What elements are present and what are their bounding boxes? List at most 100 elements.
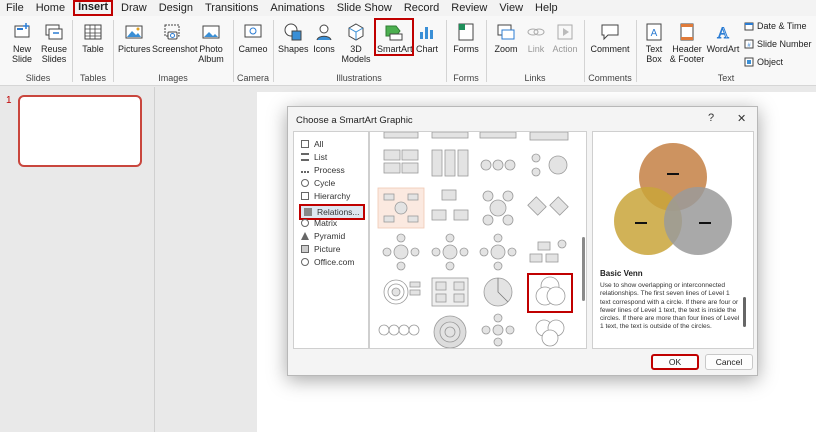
- menu-record[interactable]: Record: [398, 0, 445, 16]
- preview-title: Basic Venn: [600, 269, 643, 278]
- category-cycle[interactable]: Cycle: [301, 178, 335, 188]
- forms-icon: [458, 23, 474, 41]
- menu-design[interactable]: Design: [153, 0, 199, 16]
- layout-thumb[interactable]: [527, 196, 569, 216]
- layout-thumb[interactable]: [383, 279, 421, 305]
- layout-thumb[interactable]: [382, 233, 420, 271]
- cancel-button[interactable]: Cancel: [705, 354, 753, 370]
- menu-file[interactable]: File: [0, 0, 30, 16]
- category-picture[interactable]: Picture: [301, 244, 340, 254]
- menu-slide-show[interactable]: Slide Show: [331, 0, 398, 16]
- comment-button[interactable]: Comment: [590, 22, 630, 54]
- menu-draw[interactable]: Draw: [115, 0, 153, 16]
- menu-transitions[interactable]: Transitions: [199, 0, 264, 16]
- slide-number-label: Slide Number: [757, 39, 812, 49]
- group-divider: [446, 20, 447, 82]
- layout-thumb[interactable]: [479, 132, 517, 139]
- category-process[interactable]: Process: [301, 165, 345, 175]
- ok-button[interactable]: OK: [651, 354, 699, 370]
- dialog-title: Choose a SmartArt Graphic: [296, 115, 413, 126]
- category-label: Picture: [314, 244, 341, 254]
- category-all[interactable]: All: [301, 139, 323, 149]
- layout-thumb[interactable]: [529, 132, 569, 141]
- close-button[interactable]: ✕: [737, 112, 746, 125]
- group-divider: [72, 20, 73, 82]
- 3d-models-button[interactable]: 3D Models: [340, 22, 372, 64]
- layout-thumb[interactable]: [431, 233, 469, 271]
- header-footer-label: Header & Footer: [669, 44, 705, 64]
- action-button[interactable]: Action: [551, 22, 579, 54]
- photo-album-button[interactable]: Photo Album: [195, 22, 227, 64]
- date-time-button[interactable]: Date & Time: [744, 21, 807, 31]
- table-button[interactable]: Table: [78, 22, 108, 54]
- pyramid-icon: [301, 232, 309, 240]
- category-hierarchy[interactable]: Hierarchy: [301, 191, 350, 201]
- new-slide-button[interactable]: New Slide: [8, 22, 36, 64]
- forms-button[interactable]: Forms: [452, 22, 480, 54]
- category-pyramid[interactable]: Pyramid: [301, 231, 345, 241]
- 3d-models-label: 3D Models: [341, 44, 371, 64]
- wordart-button[interactable]: A WordArt: [706, 22, 740, 55]
- menu-help[interactable]: Help: [529, 0, 564, 16]
- layout-thumb[interactable]: [383, 132, 419, 139]
- grid-icon: [301, 140, 309, 148]
- layout-thumb[interactable]: [479, 233, 517, 271]
- relationship-icon: [304, 208, 312, 216]
- picture-icon: [301, 245, 309, 253]
- screenshot-button[interactable]: Screenshot: [152, 22, 198, 54]
- category-label: Relations...: [317, 207, 360, 217]
- cycle-icon: [301, 179, 309, 187]
- description-scrollbar[interactable]: [743, 297, 746, 327]
- screenshot-label: Screenshot: [152, 44, 198, 54]
- object-button[interactable]: Object: [744, 57, 783, 67]
- category-label: Pyramid: [314, 231, 346, 241]
- menu-home[interactable]: Home: [30, 0, 71, 16]
- menu-insert[interactable]: Insert: [73, 0, 114, 16]
- header-footer-button[interactable]: Header & Footer: [669, 22, 705, 64]
- layout-thumb[interactable]: [431, 189, 469, 221]
- icons-button[interactable]: Icons: [311, 22, 337, 54]
- slide-number-button[interactable]: # Slide Number: [744, 39, 812, 49]
- menu-animations[interactable]: Animations: [264, 0, 330, 16]
- gallery-scrollbar[interactable]: [582, 237, 585, 301]
- menu-view[interactable]: View: [493, 0, 529, 16]
- layout-thumb[interactable]: [433, 315, 467, 348]
- group-label-text: Text: [717, 73, 735, 83]
- layout-thumb[interactable]: [482, 190, 514, 226]
- shapes-label: Shapes: [278, 44, 309, 54]
- shapes-button[interactable]: Shapes: [278, 22, 309, 54]
- layout-thumb[interactable]: [481, 313, 515, 347]
- text-box-button[interactable]: A Text Box: [641, 22, 667, 64]
- layout-thumb[interactable]: [431, 132, 469, 139]
- group-divider: [636, 20, 637, 82]
- layout-thumb[interactable]: [535, 319, 565, 347]
- zoom-button[interactable]: Zoom: [492, 22, 520, 54]
- layout-thumb[interactable]: [483, 277, 513, 307]
- layout-thumb[interactable]: [378, 324, 420, 336]
- layout-thumb[interactable]: [531, 153, 568, 177]
- category-list-item[interactable]: List: [301, 152, 327, 162]
- reuse-slides-button[interactable]: Reuse Slides: [40, 22, 68, 64]
- layout-thumb[interactable]: [431, 277, 469, 307]
- header-footer-icon: [680, 23, 694, 41]
- layout-thumb[interactable]: [529, 239, 567, 263]
- chart-button[interactable]: Chart: [414, 22, 440, 54]
- pictures-button[interactable]: Pictures: [118, 22, 151, 54]
- matrix-icon: [301, 219, 309, 227]
- menu-review[interactable]: Review: [445, 0, 493, 16]
- category-matrix[interactable]: Matrix: [301, 218, 337, 228]
- category-label: List: [314, 152, 328, 162]
- layout-thumb[interactable]: [383, 149, 419, 174]
- layout-thumb[interactable]: [377, 187, 425, 229]
- cameo-button[interactable]: Cameo: [238, 22, 268, 54]
- link-button[interactable]: Link: [523, 22, 549, 54]
- layout-thumb[interactable]: [527, 273, 573, 313]
- slide-thumbnail[interactable]: [18, 95, 142, 167]
- category-office-com[interactable]: Office.com: [301, 257, 354, 267]
- layout-thumb[interactable]: [480, 159, 516, 171]
- group-divider: [113, 20, 114, 82]
- category-label: Cycle: [314, 178, 336, 188]
- reuse-slides-icon: [45, 24, 63, 40]
- layout-thumb[interactable]: [431, 149, 469, 177]
- help-button[interactable]: ?: [708, 112, 714, 124]
